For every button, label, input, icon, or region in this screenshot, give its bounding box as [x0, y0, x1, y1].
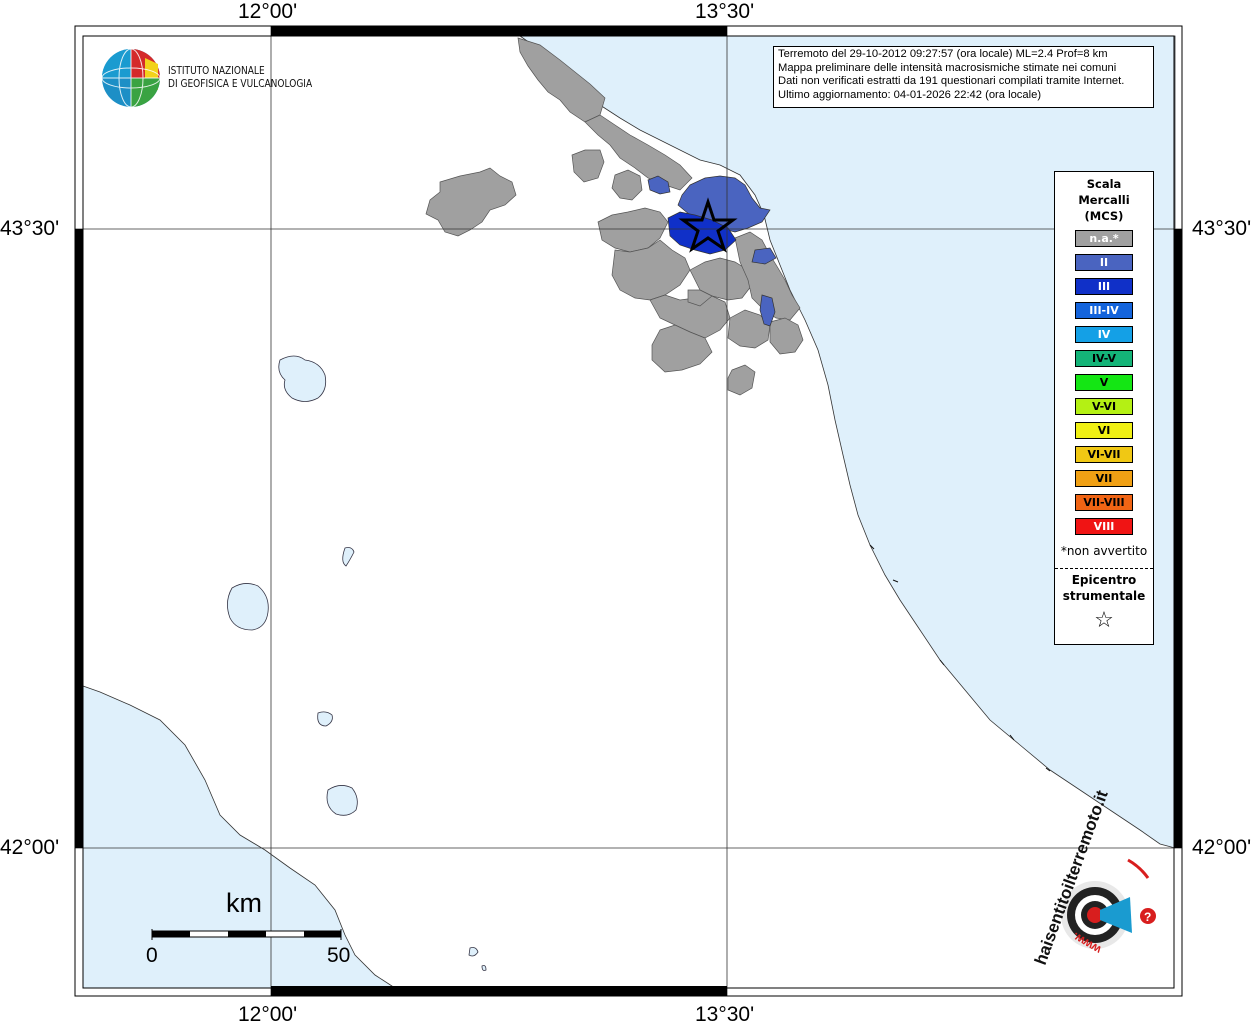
legend-epicenter-line2: strumentale — [1062, 589, 1146, 603]
event-info-line3: Dati non verificati estratti da 191 ques… — [778, 75, 1125, 88]
scale-bar-end: 50 — [327, 944, 351, 967]
right-lat-label: 42°00' — [1192, 836, 1252, 859]
bottom-lon-label: 12°00' — [238, 1003, 298, 1026]
top-lon-label: 13°30' — [695, 0, 755, 23]
legend-swatch: V-VI — [1075, 398, 1133, 415]
top-lon-label: 12°00' — [238, 0, 298, 23]
event-info-line4: Ultimo aggiornamento: 04-01-2026 22:42 (… — [778, 88, 1042, 101]
scale-bar-unit: km — [226, 888, 262, 918]
legend-swatch: IV-V — [1075, 350, 1133, 367]
mcs-legend: Scala Mercalli (MCS) n.a.* II III III-IV IV I… — [1054, 171, 1154, 645]
legend-swatch: III — [1075, 278, 1133, 295]
event-info-line1: Terremoto del 29-10-2012 09:27:57 (ora l… — [778, 48, 1108, 60]
legend-title: Scala Mercalli (MCS) — [1055, 176, 1153, 224]
legend-swatch: VII — [1075, 470, 1133, 487]
bottom-lon-label: 13°30' — [695, 1003, 755, 1026]
ingv-logo-text: ISTITUTO NAZIONALE DI GEOFISICA E VULCAN… — [168, 64, 312, 90]
legend-swatch: VI-VII — [1075, 446, 1133, 463]
left-lat-label: 42°00' — [0, 836, 60, 859]
legend-separator — [1055, 568, 1153, 569]
lake-bolsena — [227, 583, 269, 631]
legend-epicenter-line1: Epicentro — [1071, 573, 1137, 587]
legend-swatch: VI — [1075, 422, 1133, 439]
legend-swatch: III-IV — [1075, 302, 1133, 319]
ingv-line2: DI GEOFISICA E VULCANOLOGIA — [168, 77, 313, 90]
legend-swatch: VII-VIII — [1075, 494, 1133, 511]
legend-title-line3: (MCS) — [1084, 209, 1124, 223]
right-lat-label: 43°30' — [1192, 217, 1252, 240]
ingv-line1: ISTITUTO NAZIONALE — [168, 64, 265, 77]
legend-title-line2: Mercalli — [1078, 193, 1130, 207]
legend-swatch: VIII — [1075, 518, 1133, 535]
left-lat-label: 43°30' — [0, 217, 60, 240]
hsit-logo-q: ? — [1144, 910, 1151, 924]
event-info-line2: Mappa preliminare delle intensità macros… — [778, 61, 1117, 74]
event-info-box: Terremoto del 29-10-2012 09:27:57 (ora l… — [773, 46, 1154, 108]
legend-swatch: IV — [1075, 326, 1133, 343]
legend-star-icon: ☆ — [1094, 608, 1114, 633]
scale-bar-start: 0 — [146, 944, 158, 967]
legend-epicenter-label: Epicentro strumentale — [1055, 572, 1153, 604]
ingv-logo-icon — [101, 48, 161, 108]
legend-swatch: V — [1075, 374, 1133, 391]
legend-title-line1: Scala — [1086, 177, 1122, 191]
legend-swatch: II — [1075, 254, 1133, 271]
legend-note: *non avvertito — [1060, 544, 1148, 558]
legend-swatch: n.a.* — [1075, 230, 1133, 247]
